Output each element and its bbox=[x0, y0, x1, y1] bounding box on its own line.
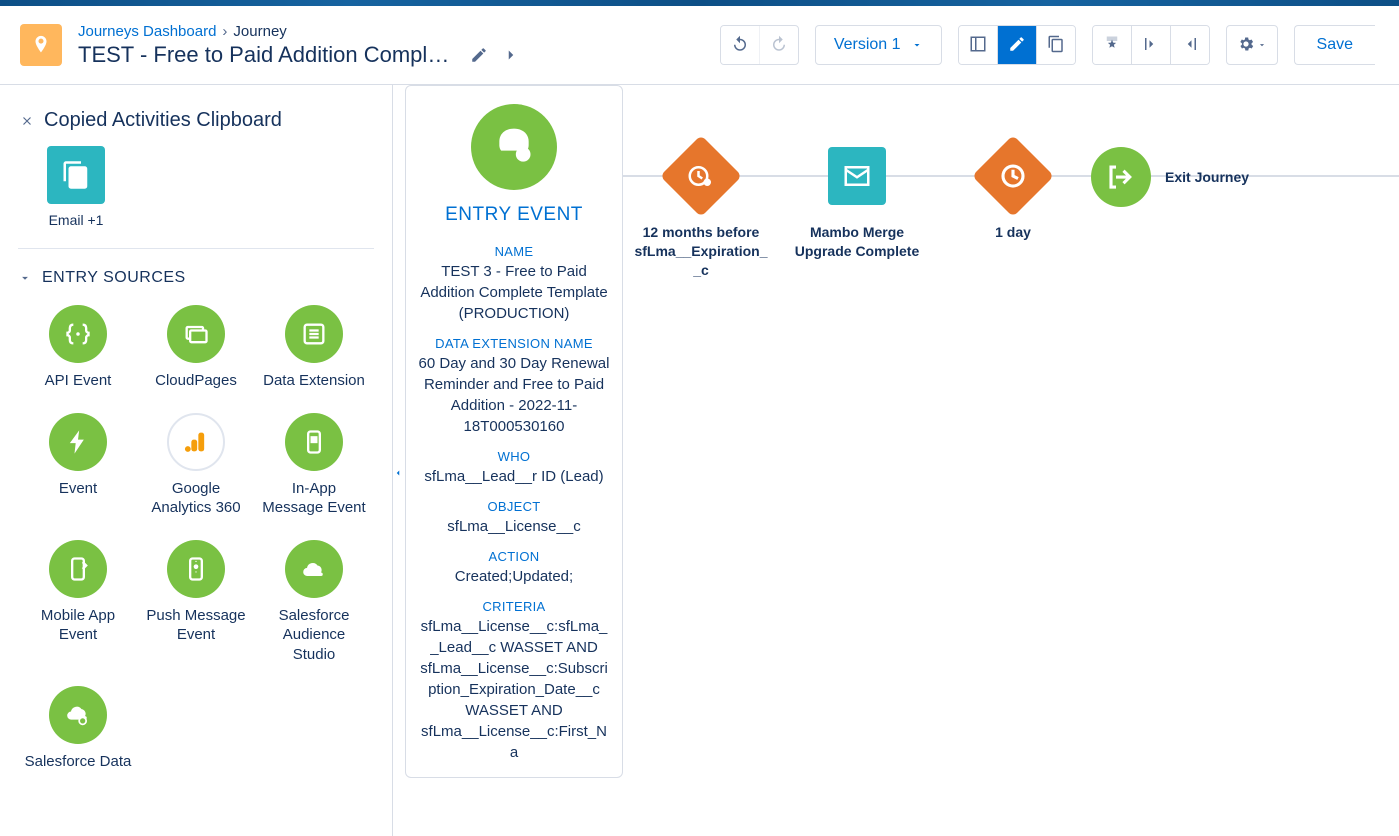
flow-node-email[interactable]: Mambo Merge Upgrade Complete bbox=[779, 147, 935, 261]
close-clipboard-button[interactable] bbox=[18, 112, 36, 130]
entry-source-label: API Event bbox=[45, 371, 112, 391]
entry-source-label: Event bbox=[59, 479, 97, 499]
redo-button[interactable] bbox=[759, 26, 798, 64]
entry-card-heading: ENTRY EVENT bbox=[418, 204, 610, 226]
entry-field-label: DATA EXTENSION NAME bbox=[418, 336, 610, 351]
chevron-down-icon bbox=[18, 271, 32, 285]
flow-node-wait[interactable]: 1 day bbox=[935, 147, 1091, 242]
exit-icon bbox=[1091, 147, 1151, 207]
entry-field-label: CRITERIA bbox=[418, 599, 610, 614]
sidebar: Copied Activities Clipboard Email +1 ENT… bbox=[0, 85, 393, 836]
mobile-icon bbox=[49, 540, 107, 598]
wait-until-icon bbox=[660, 135, 742, 217]
flow-node-label: Exit Journey bbox=[1165, 168, 1249, 187]
clipboard-title: Copied Activities Clipboard bbox=[44, 109, 282, 132]
entry-source-push-message-event[interactable]: Push Message Event bbox=[142, 540, 250, 665]
clipboard-item[interactable]: Email +1 bbox=[36, 146, 116, 228]
entry-sources-header[interactable]: ENTRY SOURCES bbox=[18, 269, 374, 287]
breadcrumb-root[interactable]: Journeys Dashboard bbox=[78, 23, 216, 40]
cloud-icon bbox=[285, 540, 343, 598]
flow-node-wait-until[interactable]: 12 months before sfLma__Expiration__c bbox=[623, 147, 779, 280]
entry-source-event[interactable]: Event bbox=[24, 413, 132, 518]
flow-node-label: 12 months before sfLma__Expiration__c bbox=[631, 223, 771, 280]
entry-field-label: NAME bbox=[418, 244, 610, 259]
entry-field-value: TEST 3 - Free to Paid Addition Complete … bbox=[418, 261, 610, 324]
exit-criteria-button[interactable] bbox=[1131, 26, 1170, 64]
chevron-down-icon bbox=[1257, 40, 1267, 50]
entry-source-google-analytics-360[interactable]: Google Analytics 360 bbox=[142, 413, 250, 518]
entry-source-salesforce-data[interactable]: Salesforce Data bbox=[24, 686, 132, 772]
entry-field-label: ACTION bbox=[418, 549, 610, 564]
entry-source-mobile-app-event[interactable]: Mobile App Event bbox=[24, 540, 132, 665]
entry-source-salesforce-audience-studio[interactable]: Salesforce Audience Studio bbox=[260, 540, 368, 665]
version-dropdown[interactable]: Version 1 bbox=[815, 25, 942, 65]
canvas[interactable]: ENTRY EVENT NAME TEST 3 - Free to Paid Ad… bbox=[393, 85, 1399, 836]
breadcrumb-separator: › bbox=[222, 23, 227, 40]
wait-icon bbox=[972, 135, 1054, 217]
flow-node-exit[interactable]: Exit Journey bbox=[1091, 147, 1249, 207]
ga-icon bbox=[167, 413, 225, 471]
entry-source-label: Push Message Event bbox=[142, 606, 250, 645]
entry-source-label: Salesforce Audience Studio bbox=[260, 606, 368, 665]
edit-title-button[interactable] bbox=[468, 44, 490, 66]
edit-mode-button[interactable] bbox=[997, 26, 1036, 64]
undo-button[interactable] bbox=[721, 26, 759, 64]
entry-source-label: In-App Message Event bbox=[260, 479, 368, 518]
clipboard-item-label: Email +1 bbox=[49, 212, 104, 228]
entry-source-label: CloudPages bbox=[155, 371, 237, 391]
entry-source-in-app-message-event[interactable]: In-App Message Event bbox=[260, 413, 368, 518]
goal-button[interactable] bbox=[1093, 26, 1131, 64]
inapp-icon bbox=[285, 413, 343, 471]
email-icon bbox=[828, 147, 886, 205]
entry-field-value: sfLma__License__c bbox=[418, 516, 610, 537]
push-icon bbox=[167, 540, 225, 598]
next-title-button[interactable] bbox=[500, 44, 522, 66]
header: Journeys Dashboard › Journey TEST - Free… bbox=[0, 6, 1399, 85]
entry-sources-title: ENTRY SOURCES bbox=[42, 269, 186, 287]
view-mode-button[interactable] bbox=[959, 26, 997, 64]
page-title: TEST - Free to Paid Addition Complete ..… bbox=[78, 42, 458, 68]
cloudpin-icon bbox=[49, 686, 107, 744]
entry-field-label: OBJECT bbox=[418, 499, 610, 514]
entry-source-label: Mobile App Event bbox=[24, 606, 132, 645]
entry-field-value: sfLma__Lead__r ID (Lead) bbox=[418, 466, 610, 487]
braces-icon bbox=[49, 305, 107, 363]
settings-button[interactable] bbox=[1226, 25, 1278, 65]
entry-source-data-extension[interactable]: Data Extension bbox=[260, 305, 368, 391]
entry-event-card[interactable]: ENTRY EVENT NAME TEST 3 - Free to Paid Ad… bbox=[405, 85, 623, 778]
entry-field-value: sfLma__License__c:sfLma__Lead__c WASSET … bbox=[418, 616, 610, 763]
journey-app-icon bbox=[20, 24, 62, 66]
list-icon bbox=[285, 305, 343, 363]
entry-source-api-event[interactable]: API Event bbox=[24, 305, 132, 391]
reentry-button[interactable] bbox=[1170, 26, 1209, 64]
save-button[interactable]: Save bbox=[1294, 25, 1375, 65]
entry-field-value: Created;Updated; bbox=[418, 566, 610, 587]
chevron-down-icon bbox=[911, 39, 923, 51]
flow-node-label: Mambo Merge Upgrade Complete bbox=[787, 223, 927, 261]
entry-source-label: Data Extension bbox=[263, 371, 365, 391]
entry-event-icon bbox=[471, 104, 557, 190]
breadcrumb-current: Journey bbox=[233, 23, 286, 40]
version-label: Version 1 bbox=[834, 36, 901, 54]
clipboard-email-icon bbox=[47, 146, 105, 204]
entry-source-label: Salesforce Data bbox=[25, 752, 132, 772]
entry-field-label: WHO bbox=[418, 449, 610, 464]
entry-source-label: Google Analytics 360 bbox=[142, 479, 250, 518]
copy-mode-button[interactable] bbox=[1036, 26, 1075, 64]
flow-node-label: 1 day bbox=[995, 223, 1031, 242]
divider bbox=[18, 248, 374, 249]
entry-source-cloudpages[interactable]: CloudPages bbox=[142, 305, 250, 391]
pages-icon bbox=[167, 305, 225, 363]
bolt-icon bbox=[49, 413, 107, 471]
entry-field-value: 60 Day and 30 Day Renewal Reminder and F… bbox=[418, 353, 610, 437]
